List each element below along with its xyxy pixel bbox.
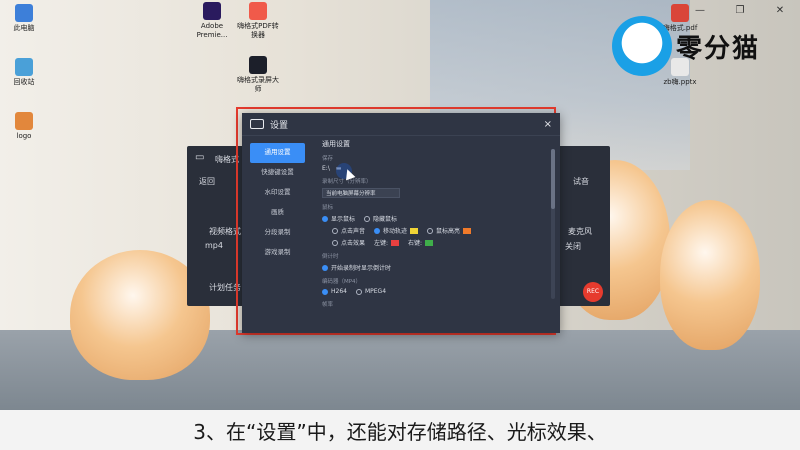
close-icon[interactable]: ✕ — [760, 0, 800, 20]
save-path-label: 保存 — [322, 156, 334, 162]
microphone-label: 麦克风 — [568, 227, 592, 236]
back-button[interactable]: 返回 — [199, 176, 215, 187]
tab-segment[interactable]: 分段录制 — [250, 223, 305, 243]
record-button[interactable]: REC — [583, 282, 603, 302]
wallpaper-kitten — [660, 200, 760, 350]
settings-scrollbar[interactable] — [551, 149, 555, 299]
cursor-visibility-row: 显示鼠标 隐藏鼠标 — [322, 214, 546, 223]
section-title: 通用设置 — [322, 140, 350, 148]
tab-general[interactable]: 通用设置 — [250, 143, 305, 163]
screen-recorder-icon — [249, 56, 267, 74]
save-path-value[interactable]: E:\ — [322, 165, 330, 172]
move-track-option[interactable]: 移动轨迹 — [374, 226, 419, 235]
left-key-color[interactable] — [391, 239, 400, 246]
encoder-row: H264 MPEG4 — [322, 288, 546, 295]
camera-icon — [250, 119, 264, 129]
cat-mascot-icon — [612, 16, 672, 76]
save-path-row: E:\ ▬ — [322, 165, 546, 172]
countdown-row[interactable]: 开始录制时显示倒计时 — [322, 263, 546, 272]
subtitle-bar: 3、在“设置”中，还能对存储路径、光标效果、 — [0, 410, 800, 450]
desktop-icon-premiere[interactable]: Adobe Premie... — [190, 2, 234, 40]
left-key-option[interactable]: 左键: — [374, 238, 400, 247]
right-key-color[interactable] — [425, 239, 434, 246]
pdf-converter-icon — [249, 2, 267, 20]
tab-watermark[interactable]: 水印设置 — [250, 183, 305, 203]
logo-file-icon — [15, 112, 33, 130]
encoder-label: 编码器（MP4） — [322, 279, 362, 285]
desktop-icon-computer[interactable]: 此电脑 — [2, 4, 46, 33]
resolution-label: 录制尺寸（分辨率） — [322, 179, 372, 185]
tab-shortcuts[interactable]: 快捷键设置 — [250, 163, 305, 183]
h264-radio[interactable]: H264 — [322, 288, 347, 295]
move-track-color[interactable] — [410, 227, 419, 234]
cursor-effects-row: 点击声音 移动轨迹 鼠标高亮 — [332, 226, 546, 235]
video-camera-icon: ▭ — [195, 152, 205, 163]
right-key-option[interactable]: 右键: — [408, 238, 434, 247]
settings-dialog: 设置 × 通用设置 快捷键设置 水印设置 画质 分段录制 游戏录制 通用设置 保… — [242, 113, 560, 333]
desktop-icon-pdf-converter[interactable]: 嗨格式PDF转换器 — [236, 2, 280, 40]
desktop-icon-screen-recorder[interactable]: 嗨格式录屏大师 — [236, 56, 280, 94]
video-format-select[interactable]: mp4 — [205, 241, 223, 250]
dialog-title: 设置 — [270, 120, 289, 131]
desktop-icon-logo[interactable]: logo — [2, 112, 46, 141]
desktop-icon-recycle-bin[interactable]: 回收站 — [2, 58, 46, 87]
brand-logo: 零分猫 — [612, 16, 760, 76]
subtitle-text: 3、在“设置”中，还能对存储路径、光标效果、 — [193, 419, 607, 444]
cursor-highlight-option[interactable]: 鼠标高亮 — [427, 226, 472, 235]
recycle-bin-icon — [15, 58, 33, 76]
click-effect-row: 点击效果 左键: 右键: — [332, 238, 546, 247]
click-effect-option[interactable]: 点击效果 — [332, 238, 365, 247]
cursor-label: 鼠标 — [322, 205, 334, 211]
tab-quality[interactable]: 画质 — [250, 203, 305, 223]
hide-cursor-radio[interactable]: 隐藏鼠标 — [364, 214, 397, 223]
premiere-icon — [203, 2, 221, 20]
resolution-select[interactable]: 当前电脑屏幕分辨率 — [322, 188, 400, 198]
dialog-close-button[interactable]: × — [544, 119, 552, 130]
audio-test-button[interactable]: 试音 — [573, 176, 589, 187]
tab-game[interactable]: 游戏录制 — [250, 243, 305, 263]
show-cursor-radio[interactable]: 显示鼠标 — [322, 214, 355, 223]
highlight-color[interactable] — [463, 227, 472, 234]
dialog-header: 设置 × — [242, 113, 560, 136]
microphone-select[interactable]: 关闭 — [565, 241, 581, 252]
mpeg4-radio[interactable]: MPEG4 — [355, 288, 386, 295]
countdown-label: 倒计时 — [322, 254, 339, 260]
settings-sidebar: 通用设置 快捷键设置 水印设置 画质 分段录制 游戏录制 — [250, 143, 305, 263]
framerate-label: 帧率 — [322, 302, 334, 308]
click-sound-option[interactable]: 点击声音 — [332, 226, 365, 235]
settings-content: 通用设置 保存 E:\ ▬ 录制尺寸（分辨率） 当前电脑屏幕分辨率 鼠标 显示鼠… — [322, 139, 546, 325]
computer-icon — [15, 4, 33, 22]
